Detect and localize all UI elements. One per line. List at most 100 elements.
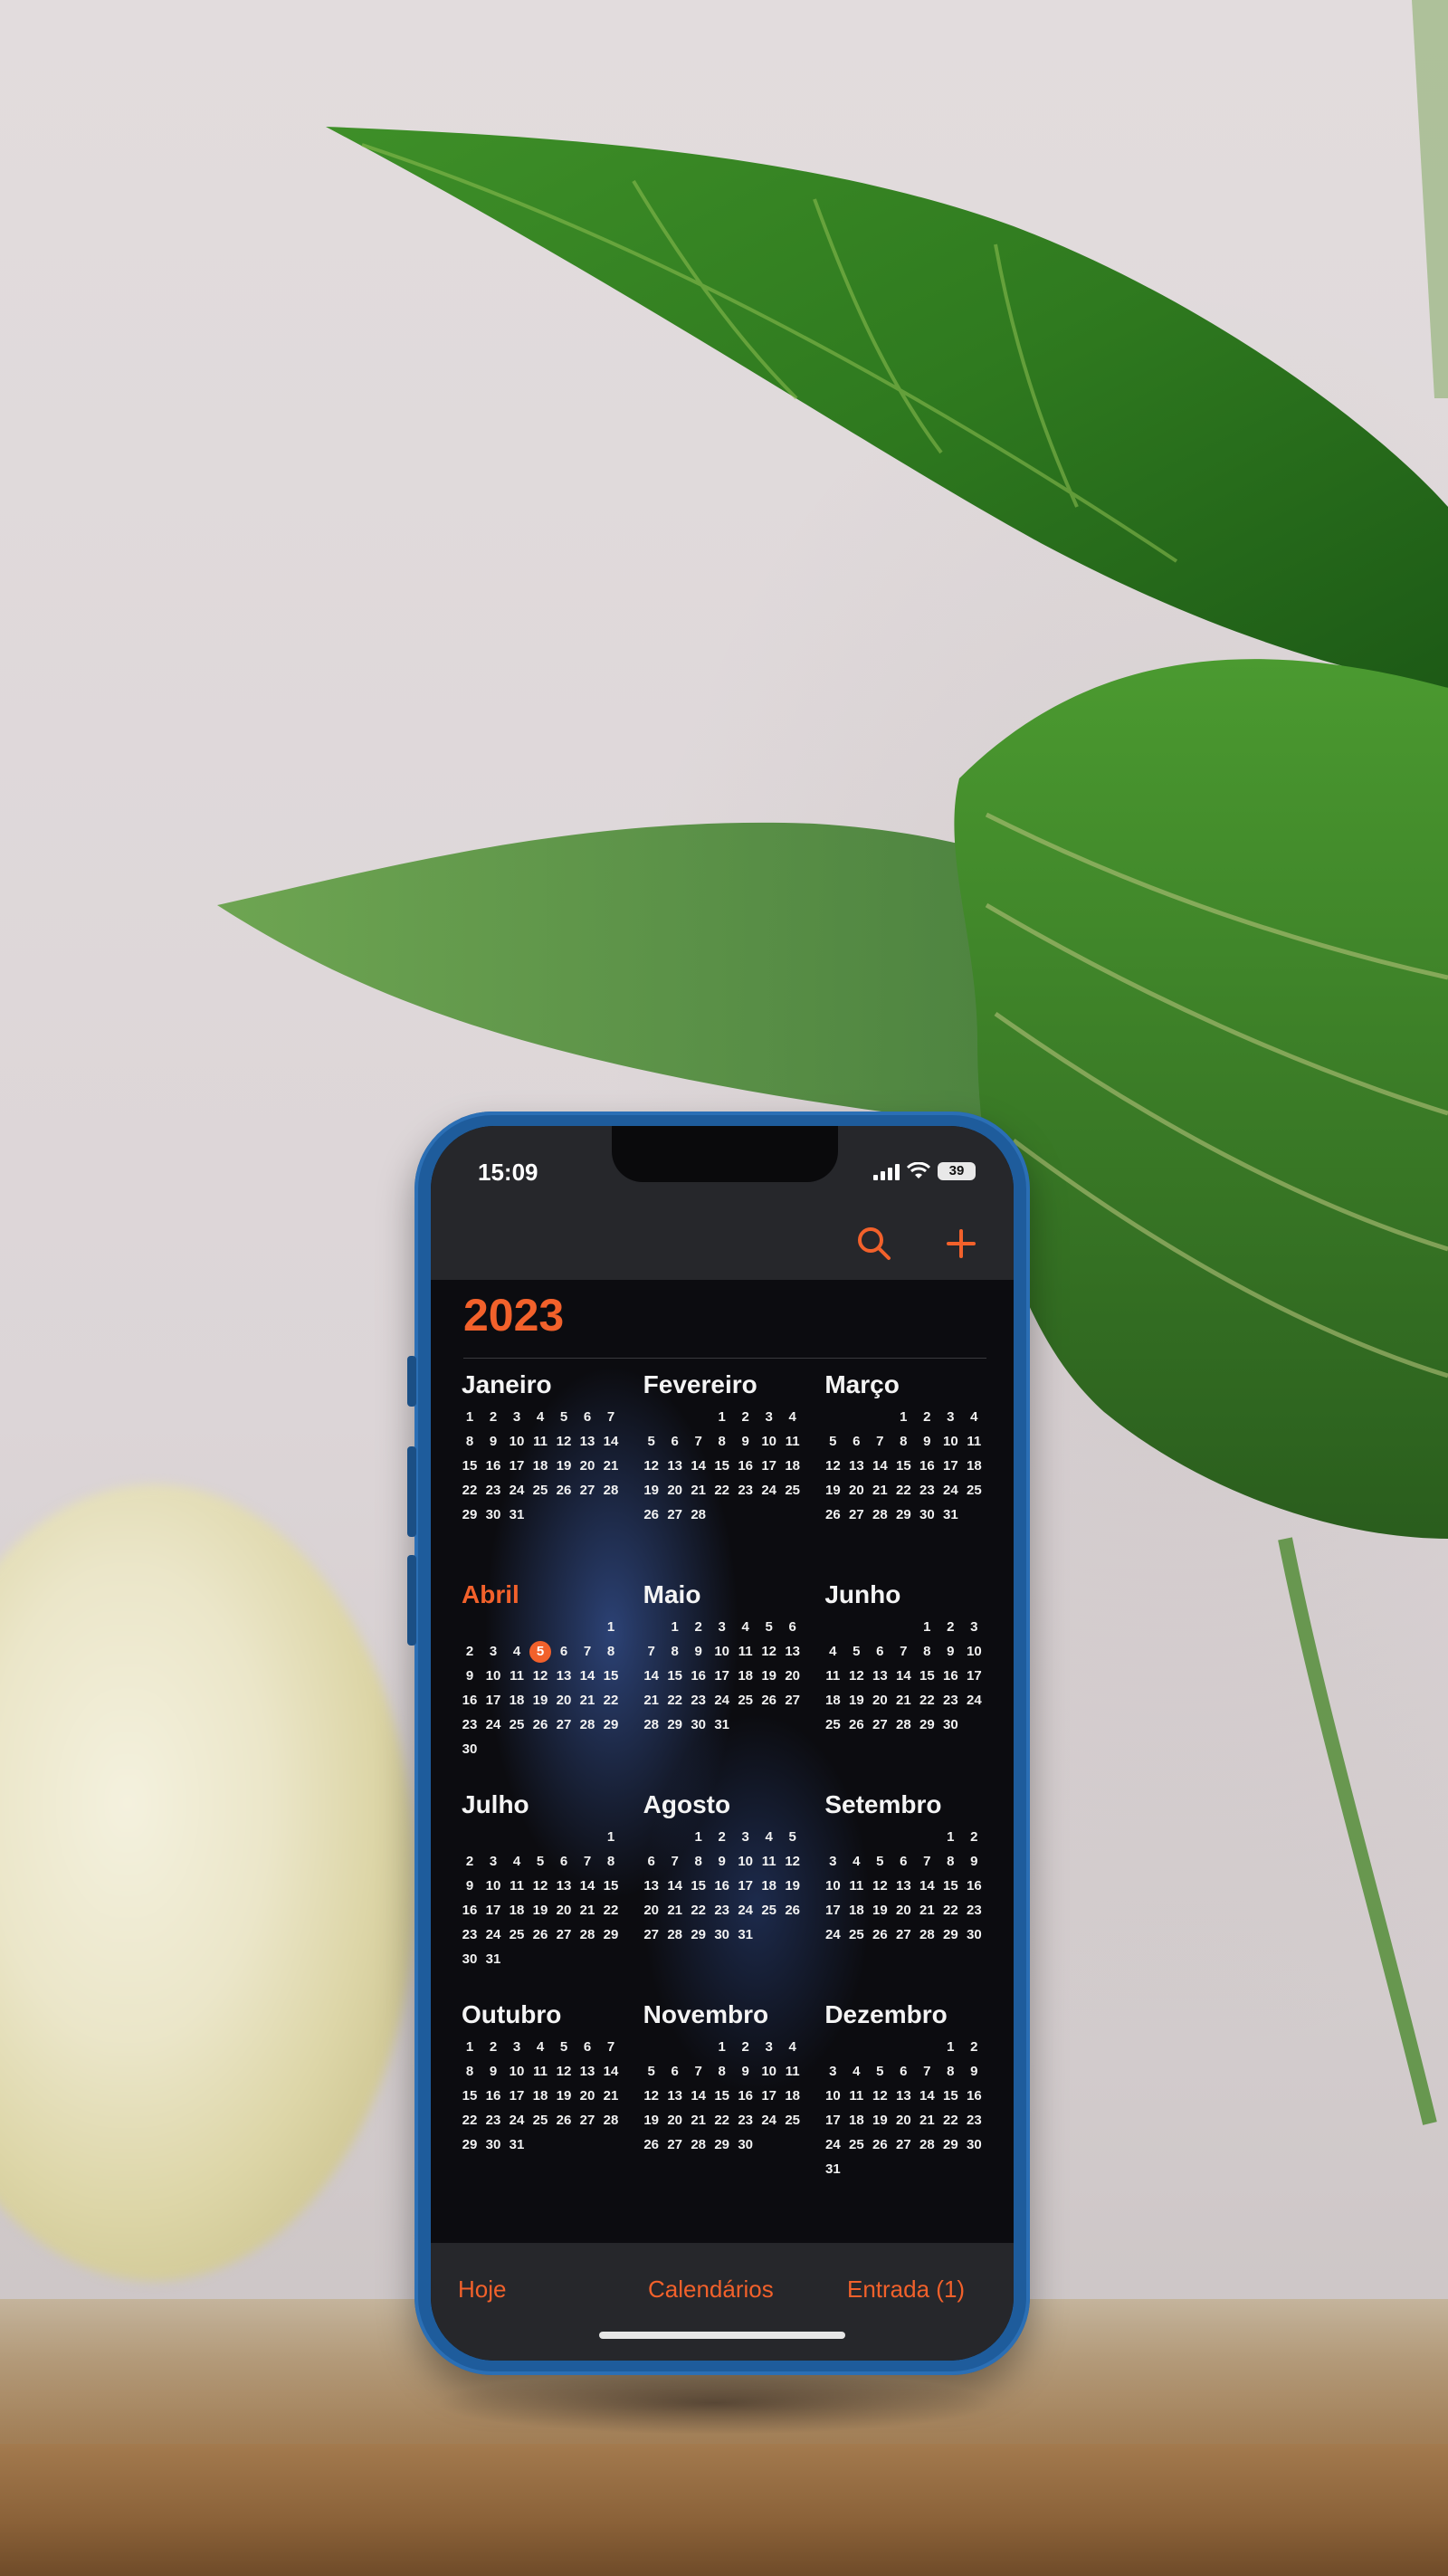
month-5[interactable]: Junho 1 2 3 4 5 6 7 8 9 10 11 12 13 14 15 16 17 18 19 20 21 22… [821,1580,992,1790]
month-days: 1 2 3 4 5 6 7 8 9 10 11 12 13 14 15 16 17 18 19 20 21 22 23 24 2… [821,1825,992,1947]
day-blank [844,2035,868,2059]
day: 14 [895,1668,911,1684]
day: 7 [606,1409,615,1425]
day: 25 [785,1483,800,1498]
calendars-button[interactable]: Calendários [648,2275,774,2304]
month-3[interactable]: Abril 1 2 3 4 5 6 7 8 9 10 11 12 13 14 15 16 17 18 19 20 21 22… [458,1580,629,1790]
month-1[interactable]: Fevereiro 1 2 3 4 5 6 7 8 9 10 11 12 13 14 15 16 17 18 19 20… [640,1370,811,1580]
month-4[interactable]: Maio 1 2 3 4 5 6 7 8 9 10 11 12 13 14 15 16 17 18 19 20 21 22 2… [640,1580,811,1790]
plus-icon [947,1229,976,1258]
day: 11 [510,1878,524,1894]
day: 10 [942,1434,958,1449]
day: 25 [509,1717,525,1732]
day: 2 [694,1619,702,1635]
day: 26 [872,1927,888,1942]
day: 19 [785,1878,800,1894]
day: 22 [942,1903,958,1918]
day: 21 [667,1903,682,1918]
day: 6 [900,2064,908,2079]
day: 19 [824,1483,841,1498]
month-9[interactable]: Outubro 1 2 3 4 5 6 7 8 9 10 11 12 13 14 15 16 17 18 19 20 21… [458,2000,629,2210]
today-button[interactable]: Hoje [458,2275,506,2304]
day: 14 [667,1878,682,1894]
day: 14 [919,1878,935,1894]
day: 28 [579,1717,595,1732]
day: 23 [738,1483,753,1498]
day: 5 [829,1434,837,1449]
add-event-button[interactable] [941,1224,981,1264]
day: 16 [462,1903,478,1918]
day: 3 [512,2039,521,2055]
day: 29 [603,1927,619,1942]
day: 18 [761,1878,776,1894]
month-2[interactable]: Março 1 2 3 4 5 6 7 8 9 10 11 12 13 14 15 16 17 18 19 20 21 22… [821,1370,992,1580]
day: 3 [970,1619,978,1635]
wifi-icon [907,1162,930,1178]
day: 26 [824,1507,841,1522]
month-name: Maio [643,1580,701,1608]
inbox-button[interactable]: Entrada (1) [847,2275,965,2304]
day: 3 [829,2064,837,2079]
day: 31 [509,2137,525,2152]
year-view: 2023 Janeiro 1 2 3 4 5 6 7 8 9 10 11 12 13 14 15 16 17 18 1… [431,1280,1014,2243]
month-7[interactable]: Agosto 1 2 3 4 5 6 7 8 9 10 11 12 13 14 15 16 17 18 19 20 21 2… [640,1790,811,2000]
day: 9 [465,1668,474,1684]
day: 5 [647,1434,655,1449]
month-days: 1 2 3 4 5 6 7 8 9 10 11 12 13 14 15 16 17 18 19 20 21 22 23 24 2… [640,1825,811,1947]
day-blank [458,1825,481,1849]
day: 2 [970,2039,978,2055]
day: 5 [536,1854,545,1869]
month-name: Junho [824,1580,901,1608]
silent-switch [407,1356,416,1407]
day: 7 [923,1854,931,1869]
day: 30 [462,1741,478,1757]
day: 10 [509,2064,525,2079]
day: 18 [532,2088,548,2104]
day: 24 [485,1717,501,1732]
search-icon[interactable] [854,1224,894,1264]
day-blank [640,1405,663,1429]
day: 18 [785,1458,800,1474]
day: 12 [848,1668,864,1684]
day: 2 [923,1409,931,1425]
day: 22 [603,1693,619,1708]
cellular-signal-icon [873,1162,900,1180]
day-blank [458,1615,481,1639]
day: 23 [738,2113,753,2128]
day: 16 [966,2088,982,2104]
day: 21 [579,1903,595,1918]
day: 30 [919,1507,935,1522]
day-blank [868,1405,891,1429]
year-title[interactable]: 2023 [463,1289,564,1341]
day: 8 [606,1854,615,1869]
day: 26 [761,1693,776,1708]
month-0[interactable]: Janeiro 1 2 3 4 5 6 7 8 9 10 11 12 13 14 15 16 17 18 19 20 21… [458,1370,629,1580]
day: 1 [947,2039,955,2055]
day: 2 [741,1409,749,1425]
day-blank [640,2035,663,2059]
month-6[interactable]: Julho 1 2 3 4 5 6 7 8 9 10 11 12 13 14 15 16 17 18 19 20 21 22… [458,1790,629,2000]
day: 6 [853,1434,861,1449]
day: 27 [848,1507,864,1522]
month-8[interactable]: Setembro 1 2 3 4 5 6 7 8 9 10 11 12 13 14 15 16 17 18 19 20 2… [821,1790,992,2000]
day: 5 [853,1644,861,1659]
day: 15 [919,1668,935,1684]
month-name: Abril [462,1580,519,1608]
day: 24 [509,2113,525,2128]
day: 9 [741,2064,749,2079]
day: 23 [462,1717,478,1732]
day: 19 [761,1668,776,1684]
day: 1 [718,2039,726,2055]
day: 21 [691,1483,706,1498]
day: 30 [942,1717,958,1732]
month-10[interactable]: Novembro 1 2 3 4 5 6 7 8 9 10 11 12 13 14 15 16 17 18 19 20 2… [640,2000,811,2210]
day: 6 [559,1854,568,1869]
day: 8 [694,1854,702,1869]
day: 13 [556,1878,572,1894]
day: 20 [643,1903,659,1918]
day: 12 [761,1644,776,1659]
month-name: Dezembro [824,2000,948,2028]
day: 22 [603,1903,619,1918]
month-11[interactable]: Dezembro 1 2 3 4 5 6 7 8 9 10 11 12 13 14 15 16 17 18 19 20 2… [821,2000,992,2210]
day: 27 [667,2137,682,2152]
